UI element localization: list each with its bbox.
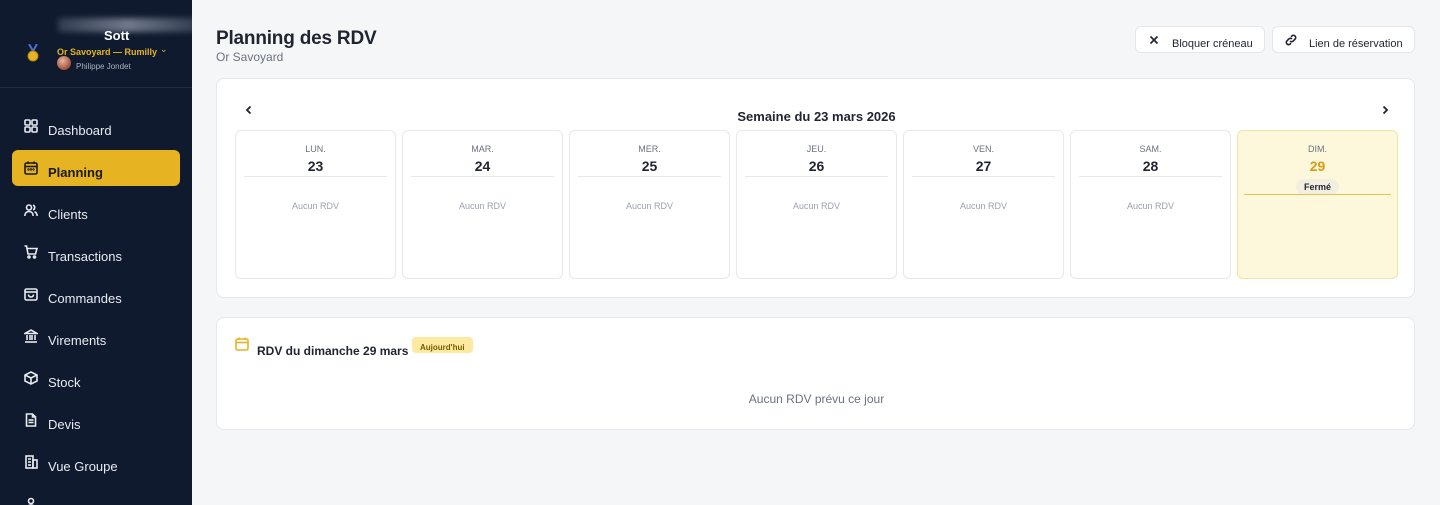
day-name: MER. <box>638 144 661 154</box>
sidebar-item-stock[interactable]: Stock <box>12 360 180 396</box>
block-slot-label: Bloquer créneau <box>1172 37 1253 50</box>
day-name: SAM. <box>1139 144 1162 154</box>
calendar-icon <box>235 337 249 351</box>
day-number: 23 <box>307 158 324 174</box>
bank-icon <box>24 329 38 343</box>
day-divider <box>244 176 387 177</box>
user-icon <box>24 497 38 505</box>
sidebar-item-label: Dashboard <box>48 122 112 138</box>
day-divider <box>1244 194 1391 195</box>
week-calendar-card: Semaine du 23 mars 2026 LUN. 23 Aucun RD… <box>216 78 1415 298</box>
sidebar-item-label: Stock <box>48 374 81 390</box>
sidebar-item-label: Devis <box>48 416 81 432</box>
chevron-down-icon[interactable]: ⌄ <box>160 44 168 55</box>
users-icon <box>24 203 38 217</box>
sidebar-item-planning[interactable]: Planning <box>12 150 180 186</box>
week-days: LUN. 23 Aucun RDV MAR. 24 Aucun RDV MER.… <box>235 130 1398 279</box>
sidebar-item-dashboard[interactable]: Dashboard <box>12 108 180 144</box>
day-status: Aucun RDV <box>291 201 340 211</box>
dashboard-icon <box>24 119 38 133</box>
day-cell-saturday[interactable]: SAM. 28 Aucun RDV <box>1070 130 1231 279</box>
day-number: 24 <box>474 158 491 174</box>
chevron-right-icon <box>1382 105 1389 115</box>
day-cell-thursday[interactable]: JEU. 26 Aucun RDV <box>736 130 897 279</box>
sidebar-item-label: Vue Groupe <box>48 458 118 474</box>
store-selector[interactable]: Or Savoyard — Rumilly <box>57 47 157 57</box>
sidebar-item-label: Commandes <box>48 290 122 306</box>
day-divider <box>578 176 721 177</box>
day-detail-card: RDV du dimanche 29 mars Aujourd'hui Aucu… <box>216 317 1415 430</box>
week-title: Semaine du 23 mars 2026 <box>737 109 896 124</box>
day-number: 26 <box>808 158 825 174</box>
day-status: Aucun RDV <box>959 201 1008 211</box>
day-divider <box>745 176 888 177</box>
sidebar-item-label: Virements <box>48 332 107 348</box>
link-icon <box>1285 34 1297 46</box>
day-number: 27 <box>975 158 992 174</box>
day-status: Aucun RDV <box>625 201 674 211</box>
block-slot-button[interactable]: Bloquer créneau <box>1135 26 1265 53</box>
box-icon <box>24 371 38 385</box>
day-cell-wednesday[interactable]: MER. 25 Aucun RDV <box>569 130 730 279</box>
sidebar-item-commandes[interactable]: Commandes <box>12 276 180 312</box>
day-divider <box>1079 176 1222 177</box>
sidebar-item-transactions[interactable]: Transactions <box>12 234 180 270</box>
day-number: 29 <box>1309 158 1326 174</box>
sidebar-item-label: Planning <box>48 164 103 180</box>
closed-label: Fermé <box>1295 179 1339 195</box>
day-name: MAR. <box>471 144 494 154</box>
sidebar-nav: Dashboard Planning Clients Transactions … <box>0 108 192 505</box>
avatar[interactable] <box>57 56 71 70</box>
sidebar-item-clients[interactable]: Clients <box>12 192 180 228</box>
day-name: DIM. <box>1308 144 1327 154</box>
day-cell-sunday[interactable]: DIM. 29 Fermé <box>1237 130 1398 279</box>
day-status: Aucun RDV <box>458 201 507 211</box>
day-cell-tuesday[interactable]: MAR. 24 Aucun RDV <box>402 130 563 279</box>
sidebar-item-label: Transactions <box>48 248 122 264</box>
next-week-button[interactable] <box>1379 103 1393 117</box>
day-number: 28 <box>1142 158 1159 174</box>
empty-state: Aucun RDV prévu ce jour <box>748 392 885 406</box>
day-status: Aucun RDV <box>1126 201 1175 211</box>
day-cell-monday[interactable]: LUN. 23 Aucun RDV <box>235 130 396 279</box>
brand-header[interactable]: Sott Or Savoyard — Rumilly ⌄ Philippe Jo… <box>0 0 192 88</box>
day-name: LUN. <box>305 144 326 154</box>
booking-link-button[interactable]: Lien de réservation <box>1272 26 1415 53</box>
page-title: Planning des RDV <box>216 28 377 49</box>
closed-badge: Fermé <box>1238 177 1397 195</box>
sidebar-item-more[interactable] <box>12 486 180 505</box>
day-name: VEN. <box>972 144 994 154</box>
today-badge: Aujourd'hui <box>412 337 473 353</box>
medal-icon <box>27 44 39 62</box>
brand-name: Sott <box>104 28 130 43</box>
sidebar: Sott Or Savoyard — Rumilly ⌄ Philippe Jo… <box>0 0 192 505</box>
day-detail-title: RDV du dimanche 29 mars <box>257 344 409 358</box>
calendar-icon <box>24 161 38 175</box>
sidebar-item-label: Clients <box>48 206 88 222</box>
page-subtitle: Or Savoyard <box>216 50 284 64</box>
cart-icon <box>24 245 38 259</box>
day-name: JEU. <box>806 144 827 154</box>
sidebar-item-devis[interactable]: Devis <box>12 402 180 438</box>
user-name: Philippe Jondet <box>76 62 131 71</box>
building-icon <box>24 455 38 469</box>
day-cell-friday[interactable]: VEN. 27 Aucun RDV <box>903 130 1064 279</box>
day-divider <box>912 176 1055 177</box>
document-icon <box>24 413 38 427</box>
close-icon <box>1148 34 1160 46</box>
bag-icon <box>24 287 38 301</box>
booking-link-label: Lien de réservation <box>1309 37 1403 50</box>
day-status: Aucun RDV <box>792 201 841 211</box>
day-number: 25 <box>641 158 658 174</box>
sidebar-item-virements[interactable]: Virements <box>12 318 180 354</box>
day-divider <box>411 176 554 177</box>
sidebar-item-vue-groupe[interactable]: Vue Groupe <box>12 444 180 480</box>
